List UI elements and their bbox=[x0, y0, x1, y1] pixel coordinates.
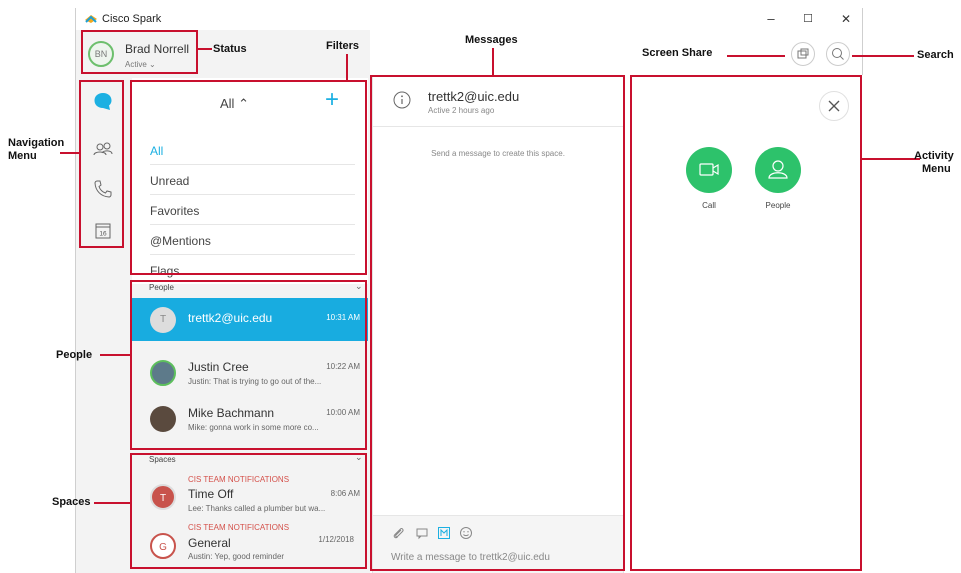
filters-leader bbox=[346, 54, 348, 80]
search-leader bbox=[852, 55, 914, 57]
activity-callout-line1: Activity bbox=[914, 150, 954, 162]
navigation-callout-line2: Menu bbox=[8, 150, 37, 162]
filters-highlight bbox=[130, 80, 367, 275]
activity-highlight bbox=[630, 75, 862, 571]
spaces-highlight bbox=[130, 453, 367, 569]
status-leader bbox=[198, 48, 212, 50]
people-highlight bbox=[130, 280, 367, 450]
activity-leader bbox=[862, 158, 920, 160]
people-callout: People bbox=[56, 349, 93, 361]
screen-share-icon bbox=[797, 48, 809, 59]
people-leader bbox=[100, 354, 130, 356]
screen-share-button[interactable] bbox=[791, 42, 815, 66]
screen-share-leader bbox=[727, 55, 785, 57]
window-title: Cisco Spark bbox=[102, 13, 162, 25]
search-icon bbox=[832, 48, 844, 60]
spaces-leader bbox=[94, 502, 130, 504]
search-callout: Search bbox=[917, 49, 954, 61]
messages-callout: Messages bbox=[465, 34, 518, 46]
search-button[interactable] bbox=[826, 42, 850, 66]
activity-callout-line2: Menu bbox=[922, 163, 951, 175]
cisco-spark-logo-icon bbox=[85, 15, 97, 23]
maximize-button[interactable]: ☐ bbox=[793, 10, 823, 28]
navigation-leader bbox=[60, 152, 79, 154]
status-highlight bbox=[81, 30, 198, 74]
navigation-callout-line1: Navigation bbox=[8, 137, 65, 149]
title-bar: Cisco Spark – ☐ ✕ bbox=[76, 8, 862, 30]
filters-callout: Filters bbox=[326, 40, 360, 52]
navigation-highlight bbox=[79, 80, 124, 248]
annotated-screenshot: Cisco Spark – ☐ ✕ BN Brad Norrell Active… bbox=[0, 0, 961, 573]
messages-highlight bbox=[370, 75, 625, 571]
status-callout: Status bbox=[213, 43, 247, 55]
minimize-button[interactable]: – bbox=[756, 10, 786, 28]
messages-leader bbox=[492, 48, 494, 75]
spaces-callout: Spaces bbox=[52, 496, 91, 508]
close-button[interactable]: ✕ bbox=[831, 10, 861, 28]
screen-share-callout: Screen Share bbox=[642, 47, 713, 59]
